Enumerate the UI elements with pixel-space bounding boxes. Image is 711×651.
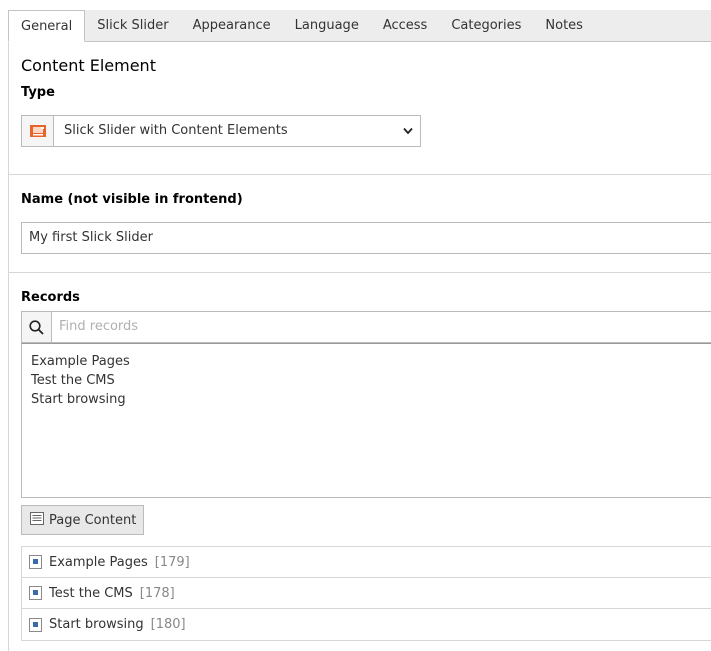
tab-access[interactable]: Access [371, 10, 440, 41]
tab-panel-general: Content Element Type Slick Slider with C… [8, 42, 711, 651]
list-item[interactable]: Start browsing [31, 390, 703, 409]
tab-categories[interactable]: Categories [439, 10, 533, 41]
record-uid: [180] [150, 617, 186, 632]
page-icon [29, 555, 42, 569]
chevron-down-icon [396, 116, 420, 146]
records-label: Records [21, 290, 80, 305]
tab-slick-slider[interactable]: Slick Slider [85, 10, 180, 41]
list-item[interactable]: Test the CMS [31, 371, 703, 390]
page-icon [29, 586, 42, 600]
page-content-button[interactable]: Page Content [21, 505, 145, 535]
content-element-icon [30, 511, 44, 529]
divider [9, 174, 711, 175]
list-item[interactable]: Example Pages [179] [22, 547, 711, 578]
divider [9, 272, 711, 273]
record-title: Test the CMS [49, 585, 133, 601]
tab-bar: General Slick Slider Appearance Language… [0, 0, 711, 42]
tab-appearance[interactable]: Appearance [181, 10, 283, 41]
search-icon[interactable] [22, 312, 52, 342]
record-title: Example Pages [49, 554, 148, 570]
list-item[interactable]: Start browsing [180] [22, 609, 711, 640]
tab-notes[interactable]: Notes [533, 10, 595, 41]
search-input[interactable]: Find records [52, 312, 711, 342]
name-label: Name (not visible in frontend) [21, 192, 243, 207]
slider-content-type-icon [22, 116, 54, 146]
page-icon [29, 617, 42, 632]
tab-language[interactable]: Language [283, 10, 371, 41]
page-content-button-label: Page Content [49, 512, 137, 528]
type-select-value: Slick Slider with Content Elements [64, 123, 288, 138]
list-item[interactable]: Example Pages [31, 352, 703, 371]
record-title: Start browsing [49, 617, 144, 632]
selected-records-list: Example Pages [179] Test the CMS [178] S… [21, 546, 711, 641]
type-select[interactable]: Slick Slider with Content Elements [21, 115, 421, 147]
tab-strip: General Slick Slider Appearance Language… [8, 10, 711, 42]
records-search: Find records [21, 311, 711, 343]
type-label: Type [21, 85, 55, 100]
tab-general[interactable]: General [8, 10, 86, 42]
record-uid: [178] [139, 585, 175, 601]
name-input[interactable]: My first Slick Slider [21, 222, 711, 254]
list-item[interactable]: Test the CMS [178] [22, 578, 711, 609]
section-title: Content Element [21, 56, 156, 75]
records-selectbox[interactable]: Example Pages Test the CMS Start browsin… [21, 343, 711, 498]
record-uid: [179] [154, 554, 190, 570]
